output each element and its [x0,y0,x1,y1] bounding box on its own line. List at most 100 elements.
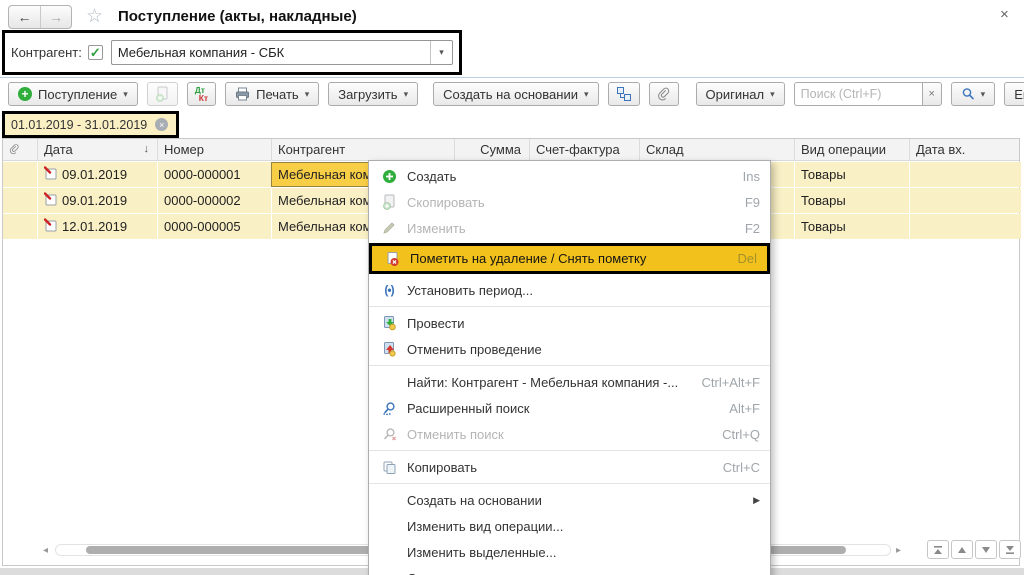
document-marked-icon [44,166,57,180]
date-cell[interactable]: 12.01.2019 [37,214,157,239]
menu-item-mark-for-deletion-annotated[interactable]: Пометить на удаление / Снять пометку Del [369,243,770,274]
date-in-cell[interactable] [909,214,1021,239]
column-header-date[interactable]: Дата ↓ [37,139,157,161]
date-in-cell[interactable] [909,162,1021,187]
receipts-list-window: ← → ☆ Поступление (акты, накладные) × Ко… [0,0,1024,575]
counterparty-combo: ▾ [110,40,453,65]
menu-separator [369,450,770,451]
menu-shortcut: Ins [742,168,760,184]
go-last-button[interactable] [999,540,1021,559]
attachment-cell[interactable] [3,188,37,213]
attachment-cell[interactable] [3,162,37,187]
scroll-right-icon[interactable]: ▸ [896,545,901,556]
period-filter-chip[interactable]: 01.01.2019 - 31.01.2019 × [2,111,179,138]
menu-item-change-operation-type[interactable]: Изменить вид операции... [369,513,770,539]
column-header-sum-label: Сумма [480,142,521,157]
menu-item-advanced-search[interactable]: Расширенный поиск Alt+F [369,395,770,421]
number-cell[interactable]: 0000-000001 [157,162,271,187]
more-button[interactable]: Еще ▾ [1004,82,1024,106]
back-button[interactable]: ← [9,6,40,28]
menu-item-find-by-value[interactable]: Найти: Контрагент - Мебельная компания -… [369,369,770,395]
menu-item-edit[interactable]: Изменить F2 [369,215,770,241]
menu-item-label: Отменить поиск [407,426,504,442]
chevron-down-icon: ▾ [980,88,986,99]
column-header-operation[interactable]: Вид операции [794,139,909,161]
go-up-button[interactable] [951,540,973,559]
menu-item-set-period[interactable]: (•) Установить период... [369,277,770,303]
search-clear-button[interactable]: × [921,82,942,106]
date-in-cell[interactable] [909,188,1021,213]
print-button[interactable]: Печать ▾ [225,82,320,106]
remove-period-filter-button[interactable]: × [155,118,169,131]
column-header-sum[interactable]: Сумма [454,139,529,161]
operation-cell[interactable]: Товары [794,188,909,213]
attachments-column-header[interactable] [3,139,37,161]
date-cell[interactable]: 09.01.2019 [37,162,157,187]
check-icon: ✓ [89,45,101,60]
menu-item-create[interactable]: Создать Ins [369,163,770,189]
chevron-down-icon: ▾ [439,47,444,57]
attachments-button[interactable] [648,82,679,106]
column-header-invoice-label: Счет-фактура [536,142,620,157]
original-button[interactable]: Оригинал ▾ [695,82,785,106]
show-postings-button[interactable]: Дт Кт [186,82,217,106]
number-value: 0000-000001 [164,167,241,182]
copy-document-button[interactable] [146,82,178,106]
create-based-on-button[interactable]: Создать на основании ▾ [433,82,599,106]
menu-item-label: Оригинал [407,571,743,575]
create-receipt-label: Поступление [38,86,118,102]
menu-shortcut: Del [737,251,757,266]
chevron-down-icon: ▾ [304,88,310,99]
menu-item-copy-create[interactable]: Скопировать F9 [369,189,770,215]
menu-item-original[interactable]: Оригинал ▶ [369,565,770,575]
menu-shortcut: Ctrl+Alt+F [701,374,760,390]
counterparty-filter-checkbox[interactable]: ✓ [87,45,103,60]
go-down-button[interactable] [975,540,997,559]
operation-cell[interactable]: Товары [794,162,909,187]
counterparty-input[interactable] [111,41,430,64]
create-receipt-button[interactable]: + Поступление ▾ [8,82,138,106]
menu-item-cancel-search[interactable]: Отменить поиск Ctrl+Q [369,421,770,447]
search-menu-button[interactable]: ▾ [950,82,996,106]
menu-separator [369,306,770,307]
forward-icon: → [49,9,63,25]
counterparty-dropdown-button[interactable]: ▾ [430,41,452,64]
date-cell[interactable]: 09.01.2019 [37,188,157,213]
printer-icon [236,87,250,101]
load-label: Загрузить [338,86,398,102]
chevron-down-icon: ▾ [123,88,128,99]
menu-item-edit-selected[interactable]: Изменить выделенные... [369,539,770,565]
document-structure-button[interactable] [607,82,640,106]
number-cell[interactable]: 0000-000002 [157,188,271,213]
dtkt-icon: Дт Кт [195,86,209,103]
menu-item-post[interactable]: Провести [369,310,770,336]
column-header-date-label: Дата [44,142,73,157]
kt-label: Кт [198,93,209,103]
history-nav-group: ← → [8,5,72,29]
load-button[interactable]: Загрузить ▾ [328,82,419,106]
scroll-left-icon[interactable]: ◂ [43,545,48,556]
paperclip-icon [9,144,19,155]
forward-button[interactable]: → [40,6,71,28]
operation-cell[interactable]: Товары [794,214,909,239]
number-cell[interactable]: 0000-000005 [157,214,271,239]
column-header-operation-label: Вид операции [801,142,887,157]
favorite-star-icon[interactable]: ☆ [86,5,103,28]
column-header-invoice[interactable]: Счет-фактура [529,139,639,161]
menu-item-unpost[interactable]: Отменить проведение [369,336,770,362]
column-header-number[interactable]: Номер [157,139,271,161]
column-header-date-in[interactable]: Дата вх. [909,139,1004,161]
menu-separator [369,365,770,366]
go-first-button[interactable] [927,540,949,559]
attachment-cell[interactable] [3,214,37,239]
close-icon[interactable]: × [1000,6,1009,23]
column-header-counterparty[interactable]: Контрагент [271,139,454,161]
submenu-arrow-icon: ▶ [753,494,760,505]
menu-shortcut: F2 [744,220,760,236]
column-header-warehouse[interactable]: Склад [639,139,794,161]
menu-item-copy-clipboard[interactable]: Копировать Ctrl+C [369,454,770,480]
menu-shortcut: Ctrl+C [722,459,760,475]
menu-item-create-based-on[interactable]: Создать на основании ▶ [369,487,770,513]
toolbar: + Поступление ▾ Дт Кт Печать ▾ Загрузить… [8,82,1024,106]
search-input[interactable] [793,82,922,106]
